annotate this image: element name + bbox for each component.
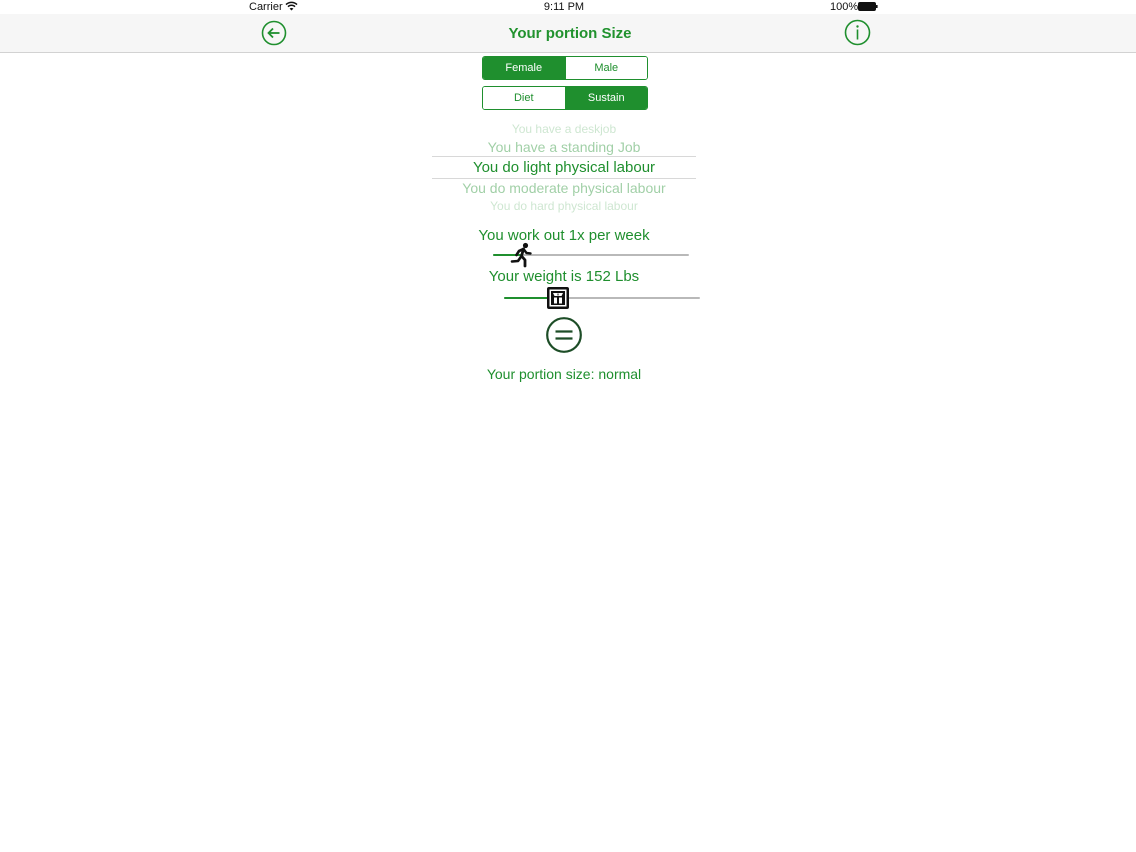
picker-row-deskjob[interactable]: You have a deskjob: [432, 122, 696, 136]
activity-picker[interactable]: You have a deskjob You have a standing J…: [432, 118, 696, 216]
status-bar: Carrier 9:11 PM 100%: [0, 0, 1136, 14]
segment-male[interactable]: Male: [564, 57, 647, 79]
portion-size-screen: Carrier 9:11 PM 100% Your portion Size F…: [0, 0, 1136, 852]
weight-label: Your weight is 152 Lbs: [488, 268, 640, 285]
picker-row-moderate-labour[interactable]: You do moderate physical labour: [432, 180, 696, 196]
workout-slider[interactable]: [493, 242, 689, 268]
page-title: Your portion Size: [508, 25, 632, 42]
weight-slider[interactable]: [504, 286, 700, 310]
goal-segmented-control: Diet Sustain: [482, 86, 648, 110]
info-circle-icon[interactable]: [844, 19, 871, 46]
equals-circle-icon[interactable]: [545, 316, 583, 354]
battery-percentage: 100%: [830, 1, 859, 13]
picker-row-light-labour[interactable]: You do light physical labour: [432, 159, 696, 176]
segment-sustain[interactable]: Sustain: [564, 87, 647, 109]
battery-icon: [858, 2, 878, 11]
picker-selection-top-line: [432, 156, 696, 157]
scale-icon[interactable]: [546, 286, 570, 310]
workout-label: You work out 1x per week: [478, 227, 650, 244]
navigation-bar: Your portion Size: [0, 14, 1136, 53]
runner-icon[interactable]: [508, 242, 534, 268]
segment-diet[interactable]: Diet: [483, 87, 565, 109]
gender-segmented-control: Female Male: [482, 56, 648, 80]
status-time: 9:11 PM: [543, 1, 585, 13]
portion-result-label: Your portion size: normal: [486, 366, 642, 382]
picker-row-standing-job[interactable]: You have a standing Job: [432, 139, 696, 155]
picker-selection-bottom-line: [432, 178, 696, 179]
segment-female[interactable]: Female: [483, 57, 565, 79]
picker-row-hard-labour[interactable]: You do hard physical labour: [432, 199, 696, 213]
